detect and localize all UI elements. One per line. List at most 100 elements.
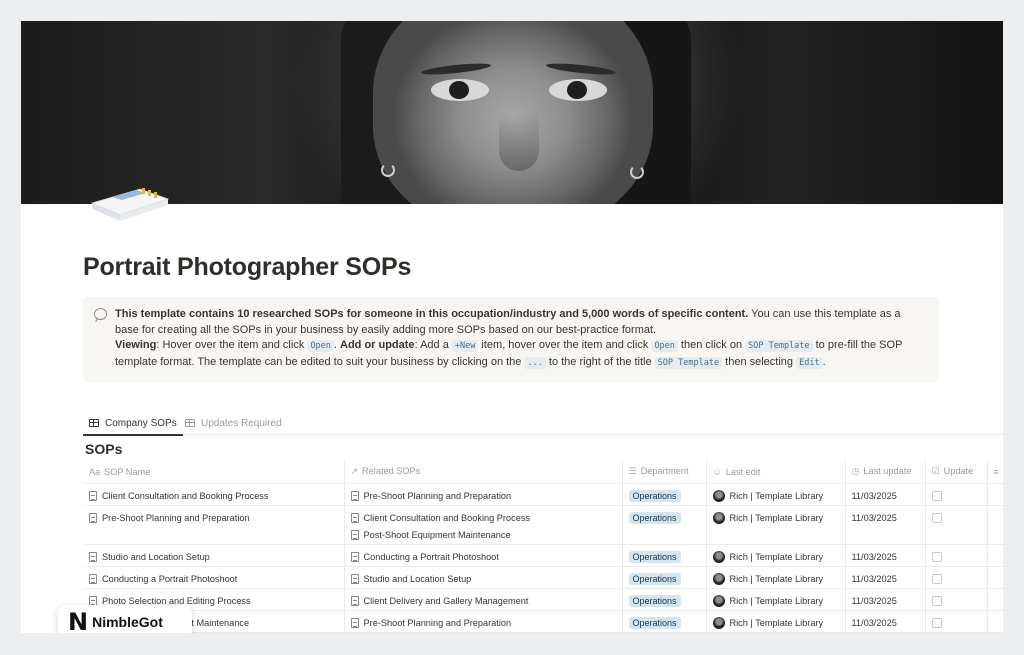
sop-name-cell[interactable]: Studio and Location Setup [83,544,345,567]
update-checkbox[interactable] [931,551,942,562]
department-cell[interactable]: Operations [622,544,707,567]
overflow-cell [987,566,1003,589]
update-checkbox[interactable] [931,573,942,584]
column-header-department[interactable]: ☰ Department [622,461,707,484]
table-row[interactable]: Conducting a Portrait Photoshoot Studio a… [83,566,1003,589]
column-header-related-sops[interactable]: ↗ Related SOPs [344,461,623,484]
open-code: Open [651,340,678,353]
page-icon [89,595,97,606]
last-update-cell: 11/03/2025 [845,544,926,567]
update-cell[interactable] [925,544,988,567]
update-cell[interactable] [925,610,988,633]
department-tag: Operations [628,616,681,629]
sop-template-code: SOP Template [745,340,813,353]
tab-updates-required[interactable]: Updates Required [179,412,288,434]
update-cell[interactable] [925,588,988,611]
last-edit-cell: Rich | Template Library [706,566,846,589]
sops-table: Aa SOP Name ↗ Related SOPs ☰ Department ☺ La… [83,461,1003,633]
table-row[interactable]: Pre-Shoot Planning and Preparation Client… [83,505,1003,545]
overflow-cell [987,610,1003,633]
avatar [712,511,725,524]
related-sop-link[interactable]: Client Consultation and Booking Process [364,513,531,523]
department-tag: Operations [628,594,681,607]
page-icon [350,490,359,501]
department-cell[interactable]: Operations [622,610,707,633]
related-sop-link[interactable]: Pre-Shoot Planning and Preparation [364,491,512,501]
column-header-update[interactable]: ☑ Update [925,461,988,484]
last-update-cell: 11/03/2025 [845,566,926,589]
page-icon [89,573,97,584]
view-tabs: Company SOPs Updates Required [83,409,1003,436]
related-sops-cell[interactable]: Studio and Location Setup [344,566,623,589]
update-checkbox[interactable] [931,490,942,501]
update-checkbox[interactable] [931,617,942,628]
update-checkbox[interactable] [931,512,942,523]
page-icon [350,595,359,606]
new-code: +New [451,340,479,353]
table-row[interactable]: Client Consultation and Booking Process P… [83,483,1003,506]
clock-icon: ◷ [851,466,860,477]
page-title[interactable]: Portrait Photographer SOPs [83,253,411,282]
last-edit-cell: Rich | Template Library [706,505,846,545]
related-sops-cell[interactable]: Pre-Shoot Planning and Preparation [344,610,623,633]
update-checkbox[interactable] [931,595,942,606]
related-sop-link[interactable]: Conducting a Portrait Photoshoot [364,552,499,562]
sop-name-cell[interactable]: Conducting a Portrait Photoshoot [83,566,345,589]
update-cell[interactable] [925,505,988,545]
avatar [712,489,725,502]
department-tag: Operations [628,489,681,502]
table-row[interactable]: Studio and Location Setup Conducting a Po… [83,544,1003,567]
open-code: Open [307,340,334,353]
column-header-last-edit[interactable]: ☺ Last edit [706,461,846,484]
department-cell[interactable]: Operations [622,505,707,545]
table-row[interactable]: Photo Selection and Editing Process Clien… [83,588,1003,611]
department-tag: Operations [628,550,681,563]
avatar [712,550,725,563]
person-icon: ☺ [712,466,722,477]
dots-code: ... [524,356,546,369]
related-sops-cell[interactable]: Conducting a Portrait Photoshoot [344,544,623,567]
related-sop-link[interactable]: Post-Shoot Equipment Maintenance [364,530,511,540]
document-stack-icon[interactable] [90,179,170,223]
nimblegot-watermark: N NimbleGot [58,605,192,633]
table-header-row: Aa SOP Name ↗ Related SOPs ☰ Department ☺ La… [83,461,1003,484]
page-icon [89,490,97,501]
department-cell[interactable]: Operations [622,566,707,589]
page-icon [350,529,359,540]
overflow-cell [987,588,1003,611]
sop-template-code: SOP Template [654,356,723,369]
page-icon [89,551,97,562]
edit-code: Edit [796,356,823,369]
table-icon [89,419,99,427]
department-cell[interactable]: Operations [622,483,707,506]
column-header-sop-name[interactable]: Aa SOP Name [83,461,345,484]
page-icon [350,512,359,523]
page-icon [350,551,359,562]
related-sops-cell[interactable]: Pre-Shoot Planning and Preparation [344,483,623,506]
tab-company-sops[interactable]: Company SOPs [83,412,183,436]
database-title[interactable]: SOPs [85,441,122,457]
department-cell[interactable]: Operations [622,588,707,611]
related-sops-cell[interactable]: Client Consultation and Booking Process P… [344,505,623,545]
column-header-last-update[interactable]: ◷ Last update [845,461,926,484]
last-edit-cell: Rich | Template Library [706,588,846,611]
last-update-cell: 11/03/2025 [845,610,926,633]
last-edit-cell: Rich | Template Library [706,544,846,567]
overflow-cell [987,483,1003,506]
avatar [712,594,725,607]
cover-image[interactable] [21,21,1003,204]
update-cell[interactable] [925,566,988,589]
department-tag: Operations [628,572,681,585]
related-sop-link[interactable]: Pre-Shoot Planning and Preparation [364,618,512,628]
avatar [712,572,725,585]
related-sop-link[interactable]: Studio and Location Setup [364,574,472,584]
page-icon [350,617,359,628]
sop-name-cell[interactable]: Client Consultation and Booking Process [83,483,345,506]
related-sops-cell[interactable]: Client Delivery and Gallery Management [344,588,623,611]
related-sop-link[interactable]: Client Delivery and Gallery Management [364,596,529,606]
column-header-more[interactable]: ≡ [987,461,1003,484]
sop-name-cell[interactable]: Pre-Shoot Planning and Preparation [83,505,345,545]
table-row[interactable]: Post-Shoot Equipment MaintenancePre-Shoo… [83,610,1003,633]
avatar [712,616,725,629]
update-cell[interactable] [925,483,988,506]
